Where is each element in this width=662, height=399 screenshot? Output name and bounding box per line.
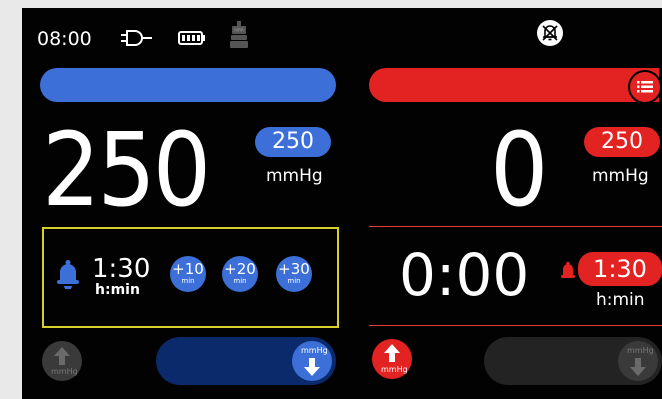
list-icon [637, 81, 653, 93]
battery-icon [178, 31, 205, 45]
left-deflate-label: mmHg [301, 346, 328, 355]
add-30-min-button[interactable]: +30 min [276, 256, 312, 292]
right-inflate-button[interactable]: mmHg [372, 339, 412, 379]
right-deflate-knob[interactable]: mmHg [618, 341, 658, 381]
left-inflate-label: mmHg [51, 367, 78, 376]
power-plug-icon [121, 30, 152, 46]
cuff-device-icon: IVRA [230, 21, 248, 48]
right-deflate-slider[interactable]: mmHg [484, 337, 662, 385]
add-20-sub: min [233, 277, 247, 285]
left-target-pressure-button[interactable]: 250 [255, 127, 331, 157]
right-pressure-value: 0 [490, 111, 549, 230]
clock: 08:00 [37, 28, 92, 50]
right-elapsed-time: 0:00 [399, 241, 530, 309]
arrow-down-icon [630, 358, 646, 376]
left-pressure-bar [40, 68, 336, 102]
left-pressure-unit: mmHg [266, 166, 323, 186]
right-pressure-bar [369, 68, 659, 102]
left-inflate-button[interactable]: mmHg [42, 341, 82, 381]
svg-text:IVRA: IVRA [234, 28, 244, 33]
bell-alarm-icon [561, 261, 575, 278]
right-alarm-time-unit: h:min [596, 290, 645, 310]
menu-button[interactable] [628, 70, 662, 104]
add-20-min-button[interactable]: +20 min [222, 256, 258, 292]
right-pressure-unit: mmHg [592, 166, 649, 186]
add-10-label: +10 [172, 260, 204, 278]
add-10-sub: min [181, 277, 195, 285]
right-deflate-label: mmHg [627, 346, 654, 355]
left-deflate-slider[interactable]: mmHg [156, 337, 336, 385]
arrow-up-icon [54, 347, 70, 365]
right-target-pressure-button[interactable]: 250 [584, 127, 660, 157]
right-alarm-time-button[interactable]: 1:30 [578, 252, 662, 286]
arrow-down-icon [304, 358, 320, 376]
left-deflate-knob[interactable]: mmHg [292, 341, 332, 381]
left-timer-value: 1:30 [92, 254, 151, 284]
left-timer-unit: h:min [95, 282, 140, 298]
arrow-up-icon [384, 344, 400, 362]
add-30-label: +30 [278, 260, 310, 278]
right-divider-bottom [369, 325, 662, 326]
right-divider-top [369, 226, 662, 227]
add-20-label: +20 [224, 260, 256, 278]
alarm-muted-icon[interactable] [536, 19, 564, 47]
add-30-sub: min [287, 277, 301, 285]
bell-icon [57, 260, 79, 289]
right-inflate-label: mmHg [381, 365, 408, 374]
left-pressure-value: 250 [42, 111, 211, 230]
add-10-min-button[interactable]: +10 min [170, 256, 206, 292]
pump-screen: 08:00 IVRA 250 250 mmHg 1:30 h:min +10 m… [22, 8, 662, 399]
